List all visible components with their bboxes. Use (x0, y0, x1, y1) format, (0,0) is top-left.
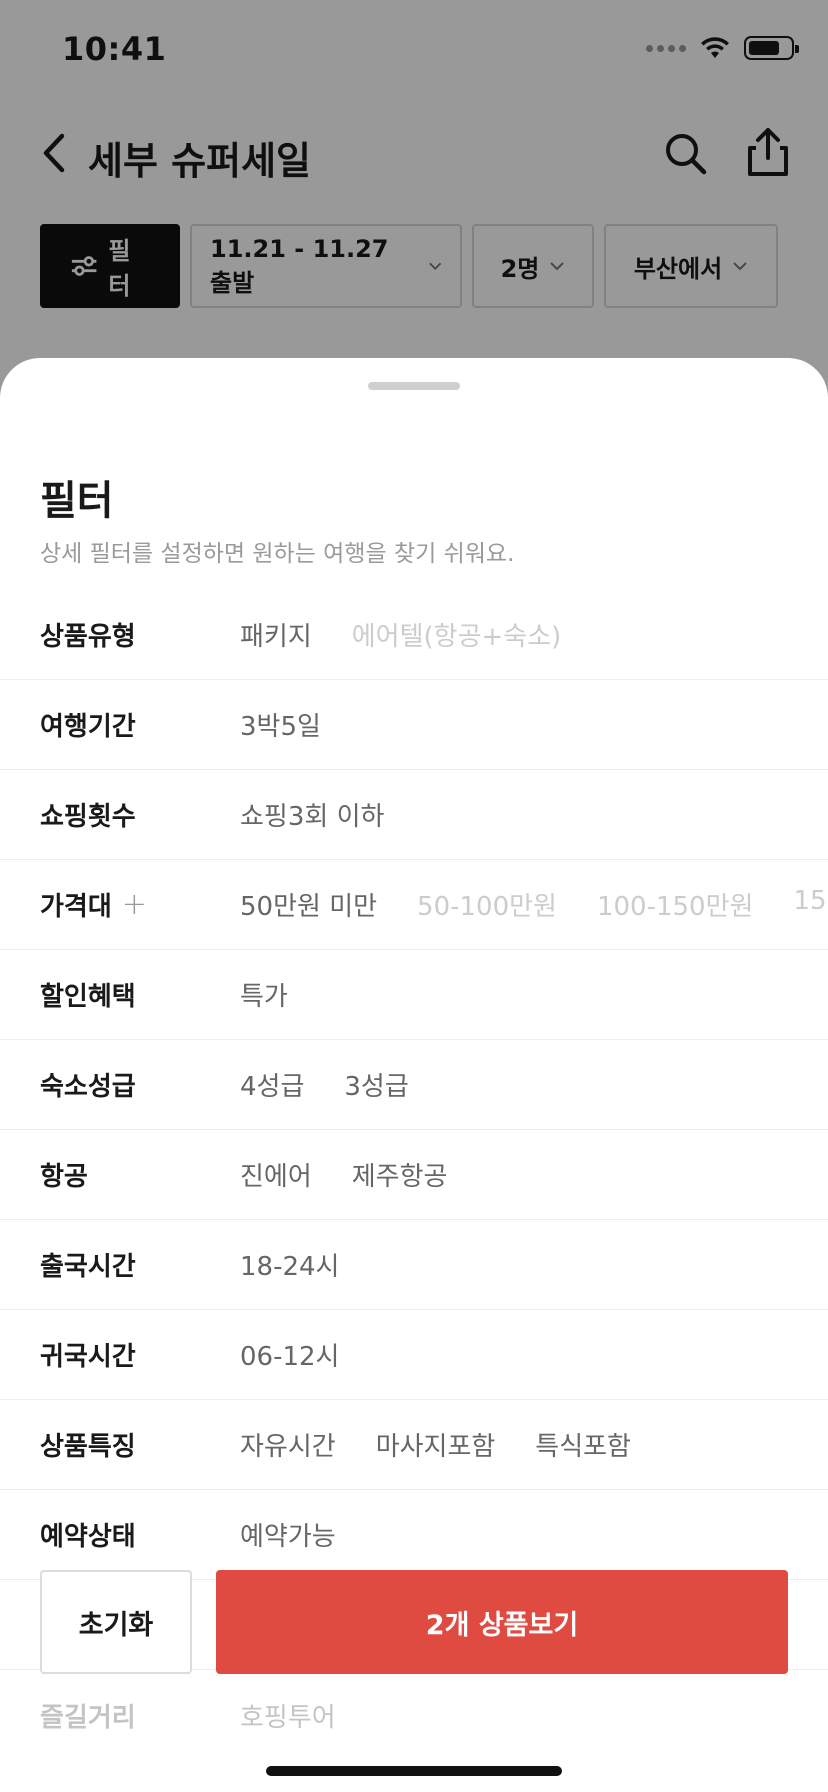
filter-row-label: 가격대 + (40, 886, 147, 923)
filter-option[interactable]: 06-12시 (240, 1336, 339, 1373)
filter-row-label-text: 항공 (40, 1162, 88, 1192)
sheet-title: 필터 (40, 478, 114, 524)
filter-option[interactable]: 50만원 미만 (240, 886, 377, 923)
filter-options: 3박5일 (240, 706, 321, 743)
filter-option[interactable]: 마사지포함 (376, 1426, 496, 1463)
filter-row-label-text: 즐길거리 (40, 1702, 136, 1733)
filter-row: 예약상태 예약가능 (0, 1490, 828, 1580)
filter-options: 진에어 제주항공 (240, 1156, 447, 1193)
filter-row-label: 쇼핑횟수 (40, 796, 136, 833)
filter-row: 가격대 +50만원 미만 50-100만원 100-150만원 150 (0, 860, 828, 950)
sheet-grabber[interactable] (368, 382, 460, 390)
filter-option[interactable]: 에어텔(항공+숙소) (352, 616, 562, 653)
filter-row-label-text: 상품유형 (40, 622, 136, 652)
filter-option[interactable]: 3성급 (344, 1066, 408, 1103)
filter-row: 할인혜택 특가 (0, 950, 828, 1040)
filter-option[interactable]: 제주항공 (352, 1156, 448, 1193)
filter-options: 06-12시 (240, 1336, 339, 1373)
filter-row-label: 여행기간 (40, 706, 136, 743)
filter-row-label-text: 할인혜택 (40, 982, 136, 1012)
filter-options: 50만원 미만 50-100만원 100-150만원 150 (240, 886, 828, 923)
filter-option[interactable]: 18-24시 (240, 1246, 339, 1283)
filter-row: 귀국시간 06-12시 (0, 1310, 828, 1400)
filter-row-label-text: 가격대 (40, 892, 112, 922)
filter-option[interactable]: 4성급 (240, 1066, 304, 1103)
filter-options: 특가 (240, 976, 288, 1013)
filter-option[interactable]: 특식포함 (535, 1426, 631, 1463)
filter-options: 패키지 에어텔(항공+숙소) (240, 616, 561, 653)
filter-option[interactable]: 100-150만원 (597, 886, 753, 923)
filter-row: 항공 진에어 제주항공 (0, 1130, 828, 1220)
filter-row-label: 항공 (40, 1156, 88, 1193)
filter-row-label: 귀국시간 (40, 1336, 136, 1373)
filter-option[interactable]: 특가 (240, 976, 288, 1013)
filter-options: 자유시간 마사지포함 특식포함 (240, 1426, 631, 1463)
sheet-actions: 초기화 2개 상품보기 (40, 1570, 788, 1674)
filter-row-label-text: 쇼핑횟수 (40, 802, 136, 832)
filter-option[interactable]: 50-100만원 (417, 886, 557, 923)
filter-option[interactable]: 자유시간 (240, 1426, 336, 1463)
filter-option[interactable]: 쇼핑3회 이하 (240, 796, 384, 833)
view-products-button[interactable]: 2개 상품보기 (216, 1570, 788, 1674)
filter-row-label: 상품특징 (40, 1426, 136, 1463)
filter-row: 즐길거리 호핑투어 (0, 1670, 828, 1760)
filter-row: 여행기간 3박5일 (0, 680, 828, 770)
filter-options: 쇼핑3회 이하 (240, 796, 384, 833)
filter-row-label: 숙소성급 (40, 1066, 136, 1103)
filter-row: 숙소성급 4성급 3성급 (0, 1040, 828, 1130)
filter-row-label: 예약상태 (40, 1516, 136, 1553)
filter-row-label-text: 귀국시간 (40, 1342, 136, 1372)
filter-row-label-text: 출국시간 (40, 1252, 136, 1282)
filter-row-label-text: 숙소성급 (40, 1072, 136, 1102)
reset-button[interactable]: 초기화 (40, 1570, 192, 1674)
sheet-subtitle: 상세 필터를 설정하면 원하는 여행을 찾기 쉬워요. (40, 541, 515, 567)
filter-options: 호핑투어 (240, 1697, 336, 1734)
filter-options: 18-24시 (240, 1246, 339, 1283)
filter-row-label-text: 상품특징 (40, 1432, 136, 1462)
filter-row-label: 상품유형 (40, 616, 136, 653)
home-indicator (266, 1766, 562, 1776)
filter-option[interactable]: 예약가능 (240, 1516, 336, 1553)
filter-option[interactable]: 진에어 (240, 1156, 312, 1193)
filter-row-label: 할인혜택 (40, 976, 136, 1013)
filter-options: 4성급 3성급 (240, 1066, 409, 1103)
filter-options: 예약가능 (240, 1516, 336, 1553)
filter-row-label-text: 여행기간 (40, 712, 136, 742)
filter-option[interactable]: 패키지 (240, 616, 312, 653)
filter-row: 쇼핑횟수 쇼핑3회 이하 (0, 770, 828, 860)
filter-option[interactable]: 3박5일 (240, 706, 321, 743)
filter-row-label: 출국시간 (40, 1246, 136, 1283)
filter-option[interactable]: 150 (793, 886, 828, 923)
plus-icon[interactable]: + (122, 889, 147, 920)
filter-option[interactable]: 호핑투어 (240, 1697, 336, 1734)
filter-row: 상품특징 자유시간 마사지포함 특식포함 (0, 1400, 828, 1490)
filter-row: 출국시간 18-24시 (0, 1220, 828, 1310)
filter-row-label-text: 예약상태 (40, 1522, 136, 1552)
filter-row: 상품유형 패키지 에어텔(항공+숙소) (0, 590, 828, 680)
filter-row-label: 즐길거리 (40, 1697, 136, 1734)
